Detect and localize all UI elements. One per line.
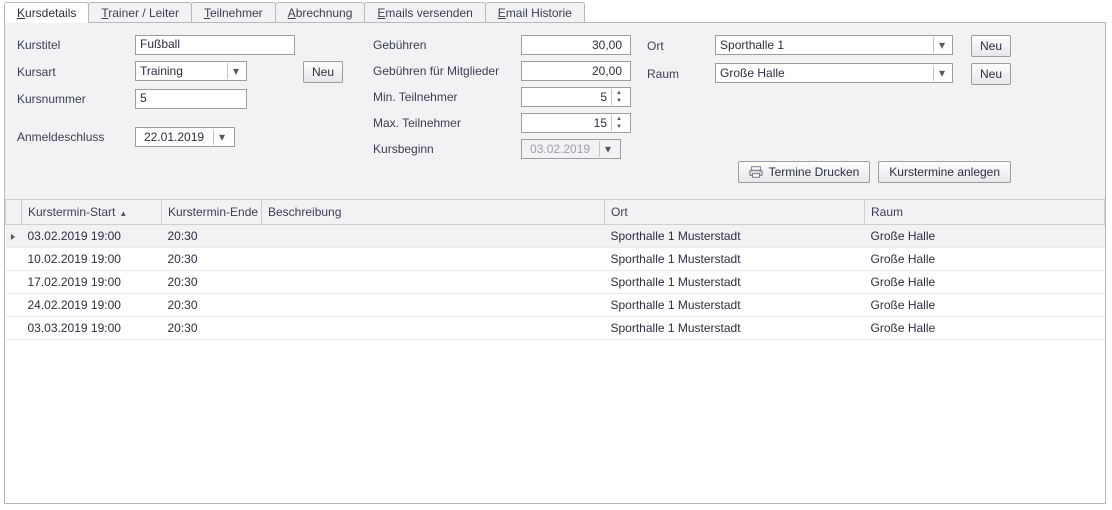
- printer-icon: [749, 165, 763, 179]
- cell-start: 10.02.2019 19:00: [22, 248, 162, 271]
- sort-asc-icon: ▲: [119, 209, 127, 218]
- max-teilnehmer-input[interactable]: 15 ▲▼: [521, 113, 631, 133]
- spin-down-icon[interactable]: ▼: [612, 97, 626, 105]
- chevron-down-icon: ▾: [599, 141, 616, 157]
- cell-ende: 20:30: [162, 317, 262, 340]
- chevron-down-icon: ▾: [933, 65, 950, 81]
- kursbeginn-date: 03.02.2019 ▾: [521, 139, 621, 159]
- table-row[interactable]: ▸ 03.02.2019 19:0020:30 Sporthalle 1 Muste…: [6, 225, 1105, 248]
- table-row[interactable]: 17.02.2019 19:0020:30 Sporthalle 1 Muster…: [6, 271, 1105, 294]
- table-row[interactable]: 03.03.2019 19:0020:30 Sporthalle 1 Muster…: [6, 317, 1105, 340]
- kurstitel-input[interactable]: Fußball: [135, 35, 295, 55]
- cell-ende: 20:30: [162, 271, 262, 294]
- ort-combo[interactable]: Sporthalle 1 ▾: [715, 35, 953, 55]
- kurstermine-anlegen-button[interactable]: Kurstermine anlegen: [878, 161, 1011, 183]
- cell-raum: Große Halle: [865, 294, 1105, 317]
- cell-raum: Große Halle: [865, 317, 1105, 340]
- col-kurstermin-ende[interactable]: Kurstermin-Ende: [162, 200, 262, 225]
- cell-ort: Sporthalle 1 Musterstadt: [605, 317, 865, 340]
- min-teilnehmer-input[interactable]: 5 ▲▼: [521, 87, 631, 107]
- cell-raum: Große Halle: [865, 248, 1105, 271]
- label-raum: Raum: [647, 67, 707, 81]
- tab-kursdetails[interactable]: Kursdetails: [4, 2, 89, 23]
- ort-neu-button[interactable]: Neu: [971, 35, 1011, 57]
- cell-beschreibung: [262, 225, 605, 248]
- cell-start: 03.02.2019 19:00: [22, 225, 162, 248]
- label-kursbeginn: Kursbeginn: [373, 142, 513, 156]
- cell-ende: 20:30: [162, 225, 262, 248]
- cell-beschreibung: [262, 271, 605, 294]
- cell-beschreibung: [262, 248, 605, 271]
- label-gebuehren-mitglieder: Gebühren für Mitglieder: [373, 64, 513, 78]
- raum-combo[interactable]: Große Halle ▾: [715, 63, 953, 83]
- label-kursart: Kursart: [17, 65, 127, 79]
- kursart-combo[interactable]: Training ▾: [135, 61, 247, 81]
- label-kurstitel: Kurstitel: [17, 38, 127, 52]
- raum-neu-button[interactable]: Neu: [971, 63, 1011, 85]
- cell-ort: Sporthalle 1 Musterstadt: [605, 294, 865, 317]
- label-kursnummer: Kursnummer: [17, 92, 127, 106]
- tab-bar: KursdetailsTrainer / LeiterTeilnehmerAbr…: [0, 0, 1112, 23]
- cell-start: 17.02.2019 19:00: [22, 271, 162, 294]
- cell-ort: Sporthalle 1 Musterstadt: [605, 248, 865, 271]
- spin-up-icon[interactable]: ▲: [612, 89, 626, 97]
- tab-email-historie[interactable]: Email Historie: [485, 2, 585, 23]
- table-row[interactable]: 10.02.2019 19:0020:30 Sporthalle 1 Muster…: [6, 248, 1105, 271]
- cell-ende: 20:30: [162, 294, 262, 317]
- chevron-down-icon: ▾: [933, 37, 950, 53]
- cell-ende: 20:30: [162, 248, 262, 271]
- label-gebuehren: Gebühren: [373, 38, 513, 52]
- chevron-down-icon: ▾: [227, 63, 244, 79]
- tab-teilnehmer[interactable]: Teilnehmer: [191, 2, 276, 23]
- kursnummer-input[interactable]: 5: [135, 89, 247, 109]
- gebuehren-mitglieder-input[interactable]: 20,00: [521, 61, 631, 81]
- col-raum[interactable]: Raum: [865, 200, 1105, 225]
- cell-raum: Große Halle: [865, 225, 1105, 248]
- cell-beschreibung: [262, 294, 605, 317]
- termine-table[interactable]: Kurstermin-Start▲Kurstermin-EndeBeschrei…: [5, 199, 1105, 503]
- label-anmeldeschluss: Anmeldeschluss: [17, 130, 127, 144]
- col-kurstermin-start[interactable]: Kurstermin-Start▲: [22, 200, 162, 225]
- label-ort: Ort: [647, 39, 707, 53]
- gebuehren-input[interactable]: 30,00: [521, 35, 631, 55]
- kursart-neu-button[interactable]: Neu: [303, 61, 343, 83]
- spin-up-icon[interactable]: ▲: [612, 115, 626, 123]
- label-max-teilnehmer: Max. Teilnehmer: [373, 116, 513, 130]
- cell-ort: Sporthalle 1 Musterstadt: [605, 225, 865, 248]
- spin-down-icon[interactable]: ▼: [612, 123, 626, 131]
- col-beschreibung[interactable]: Beschreibung: [262, 200, 605, 225]
- row-header: [6, 200, 22, 225]
- cell-raum: Große Halle: [865, 271, 1105, 294]
- tab-emails-versenden[interactable]: Emails versenden: [364, 2, 485, 23]
- cell-ort: Sporthalle 1 Musterstadt: [605, 271, 865, 294]
- label-min-teilnehmer: Min. Teilnehmer: [373, 90, 513, 104]
- chevron-down-icon: ▾: [213, 129, 230, 145]
- anmeldeschluss-date[interactable]: 22.01.2019 ▾: [135, 127, 235, 147]
- row-indicator-icon: ▸: [11, 229, 15, 243]
- cell-start: 03.03.2019 19:00: [22, 317, 162, 340]
- cell-beschreibung: [262, 317, 605, 340]
- table-row[interactable]: 24.02.2019 19:0020:30 Sporthalle 1 Muster…: [6, 294, 1105, 317]
- kursdetails-panel: Kurstitel Fußball Kursart Training ▾ Neu…: [4, 22, 1106, 504]
- tab-abrechnung[interactable]: Abrechnung: [275, 2, 366, 23]
- tab-trainer-leiter[interactable]: Trainer / Leiter: [88, 2, 192, 23]
- termine-drucken-button[interactable]: Termine Drucken: [738, 161, 871, 183]
- cell-start: 24.02.2019 19:00: [22, 294, 162, 317]
- col-ort[interactable]: Ort: [605, 200, 865, 225]
